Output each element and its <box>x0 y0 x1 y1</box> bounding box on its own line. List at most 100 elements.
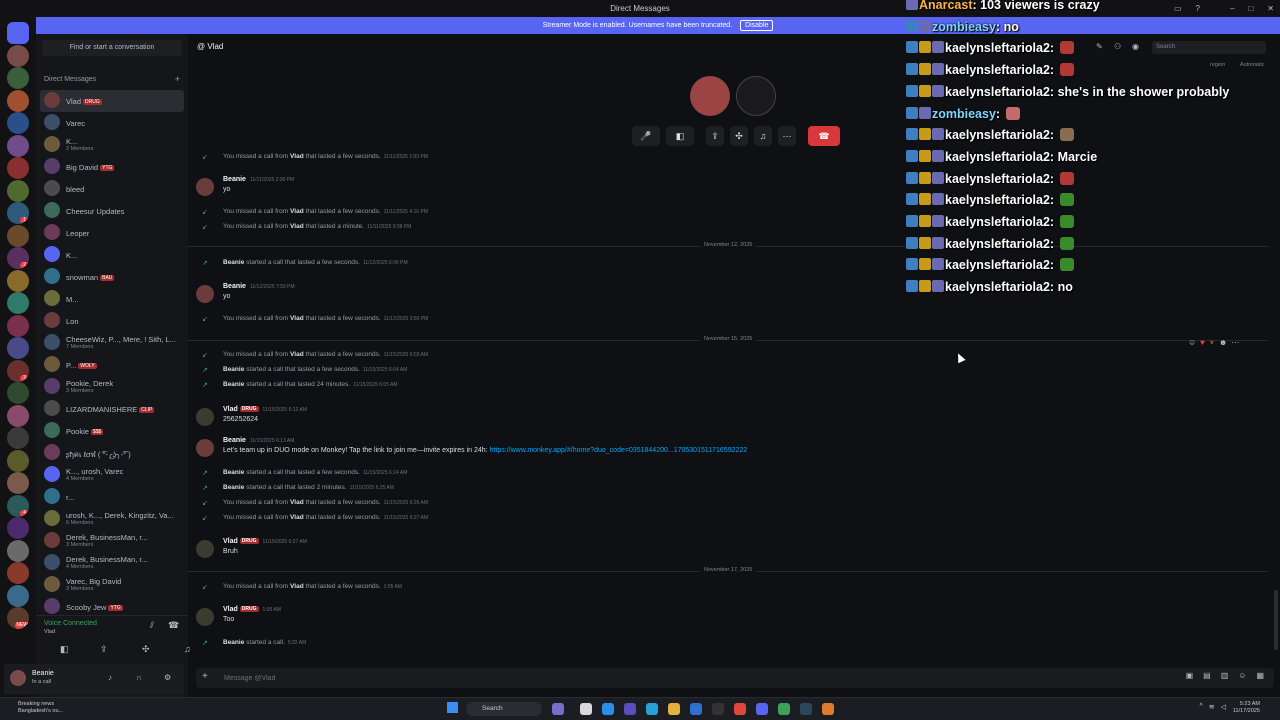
dm-item[interactable]: Vlad DRUG <box>40 90 184 112</box>
taskbar-app-icon[interactable] <box>778 703 790 715</box>
dm-item[interactable]: LIZARDMANISHERE CLIP <box>40 398 184 420</box>
gif-icon[interactable]: ▤ <box>1203 671 1211 680</box>
soundboard-button[interactable]: ♫ <box>754 126 772 146</box>
server-icon[interactable] <box>7 427 29 449</box>
share-screen-button[interactable]: ⇪ <box>706 126 724 146</box>
camera-icon[interactable]: ◧ <box>60 644 69 655</box>
reaction-emoji-icon[interactable]: ☺ <box>1188 338 1196 347</box>
server-icon[interactable] <box>7 449 29 472</box>
server-icon[interactable] <box>7 179 29 202</box>
server-icon[interactable] <box>7 472 29 494</box>
add-reaction-icon[interactable]: ☻ <box>1219 338 1227 347</box>
server-icon[interactable] <box>7 89 29 112</box>
server-icon[interactable] <box>7 562 29 584</box>
reaction-trophy-icon[interactable]: ♆ <box>1209 338 1215 347</box>
more-actions-icon[interactable]: ⋯ <box>1231 338 1239 347</box>
server-icon[interactable] <box>7 517 29 539</box>
dm-item[interactable]: Pookie, Derek 3 Members <box>40 376 184 398</box>
volume-icon[interactable]: ◁ <box>1221 703 1226 711</box>
dm-item[interactable]: K..., urosh, Varec 4 Members <box>40 464 184 486</box>
message-avatar[interactable] <box>196 540 214 558</box>
server-icon[interactable] <box>7 382 29 404</box>
server-icon[interactable] <box>7 112 29 134</box>
server-icon[interactable]: 1 <box>7 202 29 224</box>
message-avatar[interactable] <box>196 285 214 303</box>
mute-mic-button[interactable]: 🎤 <box>632 126 660 146</box>
message-author[interactable]: Beanie 11/11/2025 2:30 PM <box>223 176 294 183</box>
gift-icon[interactable]: ▣ <box>1186 671 1194 680</box>
server-icon[interactable]: 3 <box>7 359 29 382</box>
server-icon[interactable] <box>7 157 29 179</box>
attach-plus-icon[interactable]: + <box>202 671 208 682</box>
dm-item[interactable]: urosh, K..., Derek, Kingzitz, Va... 6 Mem… <box>40 508 184 530</box>
message-author[interactable]: Beanie 11/15/2025 6:13 AM <box>223 437 294 444</box>
message-author[interactable]: Vlad DRUG 1:05 AM <box>223 606 281 613</box>
message-avatar[interactable] <box>196 608 214 626</box>
disconnect-icon[interactable]: ☎ <box>168 620 179 631</box>
server-icon[interactable] <box>7 292 29 314</box>
taskbar-steam-icon[interactable] <box>800 703 812 715</box>
dm-item[interactable]: Derek, BusinessMan, r... 3 Members <box>40 530 184 552</box>
dm-item[interactable]: M... <box>40 288 184 310</box>
taskbar-app-icon[interactable] <box>734 703 746 715</box>
call-participant-avatar[interactable] <box>690 76 730 116</box>
screen-share-icon[interactable]: ⇪ <box>100 644 108 655</box>
noise-suppression-icon[interactable]: ⫽ <box>150 620 154 631</box>
server-icon[interactable] <box>7 224 29 247</box>
server-icon[interactable] <box>7 67 29 89</box>
scrollbar[interactable] <box>1274 590 1278 650</box>
dm-item[interactable]: Pookie $$$ <box>40 420 184 442</box>
server-icon[interactable] <box>7 269 29 292</box>
message-avatar[interactable] <box>196 178 214 196</box>
dm-item[interactable]: CheeseWiz, P..., Mere, ! Sith, L... 7 Mem… <box>40 332 184 354</box>
server-icon[interactable] <box>7 584 29 607</box>
taskbar-search[interactable]: Search <box>466 702 542 716</box>
dm-item[interactable]: Derek, BusinessMan, r... 4 Members <box>40 552 184 574</box>
taskbar-app-icon[interactable] <box>646 703 658 715</box>
dm-item[interactable]: snowman BAU <box>40 266 184 288</box>
server-icon[interactable] <box>7 539 29 562</box>
server-icon[interactable] <box>7 314 29 337</box>
taskbar-app-icon[interactable] <box>712 703 724 715</box>
message-link[interactable]: https://www.monkey.app/#/home?duo_code=0… <box>490 447 748 454</box>
server-icon[interactable] <box>7 404 29 427</box>
find-conversation-button[interactable]: Find or start a conversation <box>42 40 182 56</box>
dm-item[interactable]: P... WOLY <box>40 354 184 376</box>
apps-icon[interactable]: ▦ <box>1256 671 1264 680</box>
taskbar-app-icon[interactable] <box>580 703 592 715</box>
news-widget[interactable]: Breaking news Bangladesh's ou... <box>18 701 63 715</box>
create-dm-plus-icon[interactable]: + <box>175 74 180 84</box>
server-icon[interactable]: 4 <box>7 494 29 517</box>
activities-icon[interactable]: ✣ <box>142 644 150 655</box>
clock[interactable]: 5:23 AM 11/17/2025 <box>1233 701 1260 715</box>
server-icon[interactable]: 2 <box>7 247 29 269</box>
activity-button[interactable]: ✣ <box>730 126 748 146</box>
message-avatar[interactable] <box>196 439 214 457</box>
server-icon[interactable] <box>7 134 29 157</box>
taskbar-app-icon[interactable] <box>602 703 614 715</box>
wifi-icon[interactable]: ≋ <box>1209 703 1215 711</box>
taskbar-app-icon[interactable] <box>822 703 834 715</box>
dm-item[interactable]: Cheesur Updates <box>40 200 184 222</box>
tray-up-arrow-icon[interactable]: ^ <box>1199 703 1202 711</box>
server-icon[interactable] <box>7 337 29 359</box>
message-avatar[interactable] <box>196 408 214 426</box>
taskbar-app-icon[interactable] <box>624 703 636 715</box>
message-author[interactable]: Beanie 11/12/2025 7:59 PM <box>223 283 295 290</box>
dm-item[interactable]: K... <box>40 244 184 266</box>
taskbar-app-icon[interactable] <box>690 703 702 715</box>
reaction-heart-icon[interactable]: ♥ <box>1200 338 1205 347</box>
user-avatar[interactable] <box>10 670 26 686</box>
settings-gear-icon[interactable]: ⚙ <box>164 673 171 682</box>
disable-streamer-mode-button[interactable]: Disable <box>740 20 774 31</box>
call-participant-avatar[interactable] <box>736 76 776 116</box>
message-input[interactable] <box>224 671 624 685</box>
dm-item[interactable]: Varec, Big David 3 Members <box>40 574 184 596</box>
start-button[interactable] <box>447 702 458 713</box>
server-icon[interactable] <box>7 44 29 67</box>
sticker-icon[interactable]: ▥ <box>1221 671 1229 680</box>
headphones-icon[interactable]: ∩ <box>136 673 142 682</box>
dm-item[interactable]: Lon <box>40 310 184 332</box>
server-icon[interactable]: NEW <box>7 607 29 629</box>
emoji-icon[interactable]: ☺ <box>1238 671 1246 680</box>
